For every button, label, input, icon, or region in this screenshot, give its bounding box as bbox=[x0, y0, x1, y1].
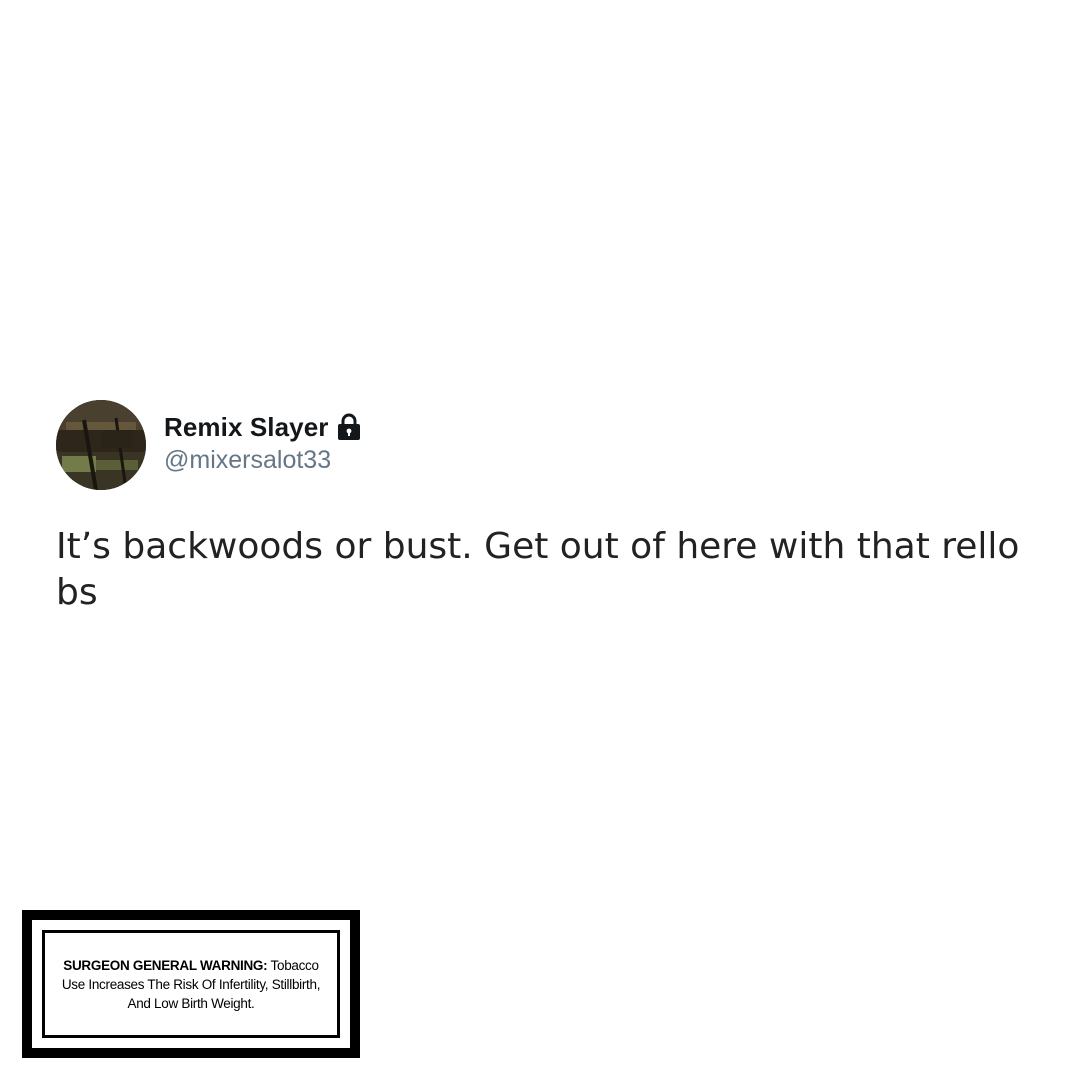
user-handle[interactable]: @mixersalot33 bbox=[164, 446, 363, 475]
warning-text: SURGEON GENERAL WARNING: Tobacco Use Inc… bbox=[55, 956, 327, 1013]
avatar-photo bbox=[56, 400, 146, 490]
warning-heading: SURGEON GENERAL WARNING: bbox=[63, 957, 268, 973]
warning-frame: SURGEON GENERAL WARNING: Tobacco Use Inc… bbox=[32, 920, 350, 1048]
lock-icon bbox=[335, 412, 363, 442]
display-name[interactable]: Remix Slayer bbox=[164, 412, 329, 443]
tweet-author: Remix Slayer @mixersalot33 bbox=[164, 410, 363, 475]
avatar[interactable] bbox=[56, 400, 146, 490]
warning-box: SURGEON GENERAL WARNING: Tobacco Use Inc… bbox=[42, 930, 340, 1038]
tweet-text: It’s backwoods or bust. Get out of here … bbox=[56, 526, 1020, 613]
display-name-row: Remix Slayer bbox=[164, 410, 363, 444]
surgeon-general-warning: SURGEON GENERAL WARNING: Tobacco Use Inc… bbox=[22, 910, 360, 1058]
